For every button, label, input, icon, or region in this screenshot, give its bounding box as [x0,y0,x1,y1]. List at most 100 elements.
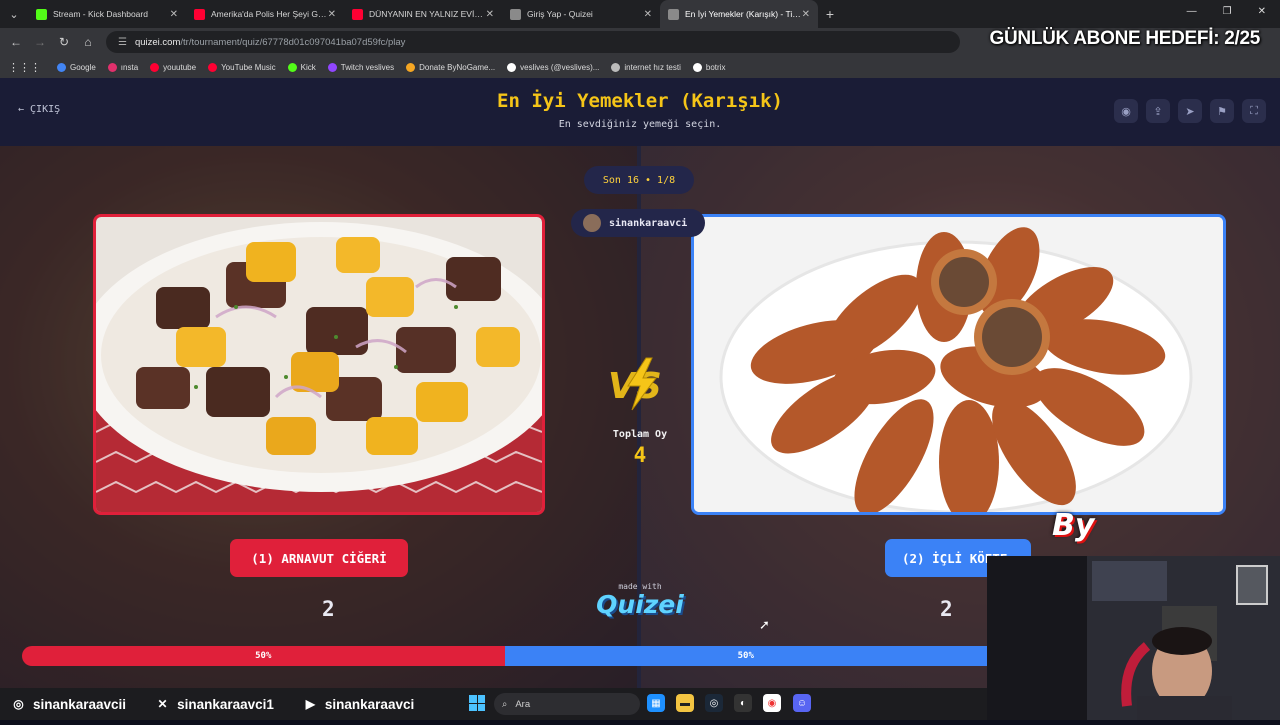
total-votes-label: Toplam Oy [612,429,668,440]
bookmark-item[interactable]: veslives (@veslives)... [507,62,600,72]
close-tab-icon[interactable]: ✕ [802,9,810,20]
vote-result-bar: 50% 50% [22,646,987,666]
bookmark-favicon-icon [507,62,517,72]
social-handle: ✕ sinankaraavci1 [154,696,274,713]
close-tab-icon[interactable]: ✕ [644,9,652,20]
browser-tab[interactable]: En İyi Yemekler (Karışık) - Tier L ✕ [660,0,818,28]
bookmark-label: Kick [300,62,316,72]
tab-title: Amerika'da Polis Her Şeyi Görü [211,9,329,19]
flag-icon[interactable]: ⚑ [1210,99,1234,123]
tab-title: En İyi Yemekler (Karışık) - Tier L [685,9,803,19]
quiz-title: En İyi Yemekler (Karışık) [497,90,783,112]
tab-favicon-icon [510,8,521,20]
send-icon[interactable]: ➤ [1178,99,1202,123]
windows-start-icon[interactable] [469,695,485,711]
bookmark-item[interactable]: internet hız testi [611,62,681,72]
bookmark-favicon-icon [107,62,117,72]
new-tab-button[interactable]: + [818,6,842,22]
option-right-image[interactable] [691,214,1226,515]
bookmark-item[interactable]: Google [57,62,96,72]
file-explorer-icon[interactable]: ▬ [676,694,694,712]
bookmark-favicon-icon [327,62,337,72]
total-votes-value: 4 [633,443,647,467]
bookmark-item[interactable]: botrix [692,62,726,72]
social-handle-text: sinankaraavcii [33,696,127,712]
photos-app-icon[interactable]: ▦ [647,694,665,712]
close-tab-icon[interactable]: ✕ [328,9,336,20]
bookmark-item[interactable]: ınsta [107,62,138,72]
bookmark-favicon-icon [57,62,66,72]
url-path: /tr/tournament/quiz/67778d01c097041ba07d… [180,36,406,48]
bookmark-label: botrix [705,62,726,72]
by-logo: By [1052,508,1095,543]
social-handle-text: sinankaraavci [324,696,415,712]
tab-title: Giriş Yap - Quizei [527,9,593,19]
browser-tab-strip: ⌄ Stream - Kick Dashboard ✕ Amerika'da Pol… [0,0,1280,28]
tab-favicon-icon [36,8,47,20]
option-left-image[interactable] [93,214,545,515]
host-user-badge: sinankaraavci [571,209,705,237]
fullscreen-icon[interactable]: ⛶ [1242,99,1266,123]
obs-icon[interactable]: ◐ [734,694,752,712]
back-icon[interactable]: ← [4,35,28,49]
streamer-webcam [987,556,1280,720]
left-percent-bar: 50% [22,646,505,666]
taskbar-search-placeholder: Ara [515,698,531,710]
bookmark-favicon-icon [287,62,297,72]
social-handle: ▶ sinankaraavci [302,696,414,713]
quizei-logo: Quizei [596,590,684,619]
browser-tab[interactable]: DÜNYANIN EN YALNIZ EVİNDE ✕ [344,0,502,28]
tab-favicon-icon [194,8,205,20]
browser-tab[interactable]: Amerika'da Polis Her Şeyi Görü ✕ [186,0,344,28]
option-left-votes: 2 [322,597,335,621]
tab-title: Stream - Kick Dashboard [53,9,148,19]
close-tab-icon[interactable]: ✕ [486,9,494,20]
search-icon: ⌕ [502,698,508,710]
apps-grid-icon[interactable]: ⋮⋮⋮ [8,61,41,74]
bookmark-label: internet hız testi [624,62,681,72]
bookmark-item[interactable]: youutube [150,62,196,72]
maximize-icon[interactable]: ❐ [1223,6,1232,17]
forward-icon[interactable]: → [28,35,52,49]
bookmark-label: YouTube Music [221,62,276,72]
window-controls: — ❐ ✕ [1173,0,1280,23]
browser-tab[interactable]: Stream - Kick Dashboard ✕ [28,0,186,28]
site-info-icon[interactable]: ☰ [118,37,127,48]
minimize-icon[interactable]: — [1187,6,1197,17]
bookmark-label: veslives (@veslives)... [520,62,600,72]
option-left-button[interactable]: (1) ARNAVUT CİĞERİ [230,539,408,577]
url-host: quizei.com [134,36,181,48]
header-actions: ◉ ⇪ ➤ ⚑ ⛶ [1114,99,1266,123]
x-icon: ✕ [157,697,168,711]
vs-lightning-icon: VS [608,357,662,411]
eye-icon[interactable]: ◉ [1114,99,1138,123]
bookmark-item[interactable]: YouTube Music [208,62,276,72]
quiz-header: ← ÇIKIŞ En İyi Yemekler (Karışık) En sev… [0,78,1280,146]
home-icon[interactable]: ⌂ [76,35,100,49]
tab-search-chevron-icon[interactable]: ⌄ [0,0,28,28]
taskbar-search[interactable]: ⌕ Ara [494,693,640,715]
url-bar[interactable]: ☰ quizei.com/tr/tournament/quiz/67778d01… [106,31,960,53]
browser-tab[interactable]: Giriş Yap - Quizei ✕ [502,0,660,28]
share-icon[interactable]: ⇪ [1146,99,1170,123]
bookmark-favicon-icon [692,62,702,72]
bookmark-label: Twitch veslives [340,62,395,72]
chrome-icon[interactable]: ◉ [763,694,781,712]
bookmark-item[interactable]: Kick [287,62,316,72]
arnavut-cigeri-image [96,217,542,512]
instagram-icon: ◎ [13,697,24,711]
steam-icon[interactable]: ◎ [705,694,723,712]
bookmark-favicon-icon [150,62,160,72]
host-username: sinankaraavci [609,217,688,229]
icli-kofte-image [694,217,1223,512]
option-right-votes: 2 [940,597,953,621]
close-window-icon[interactable]: ✕ [1258,6,1266,17]
social-handle-text: sinankaraavci1 [177,696,274,712]
bookmark-item[interactable]: Twitch veslives [327,62,395,72]
close-tab-icon[interactable]: ✕ [170,9,178,20]
round-indicator: Son 16 • 1/8 [584,166,694,194]
bookmark-item[interactable]: Donate ByNoGame... [406,62,495,72]
discord-icon[interactable]: ☺ [793,694,811,712]
reload-icon[interactable]: ↻ [52,35,76,49]
avatar [583,214,601,232]
